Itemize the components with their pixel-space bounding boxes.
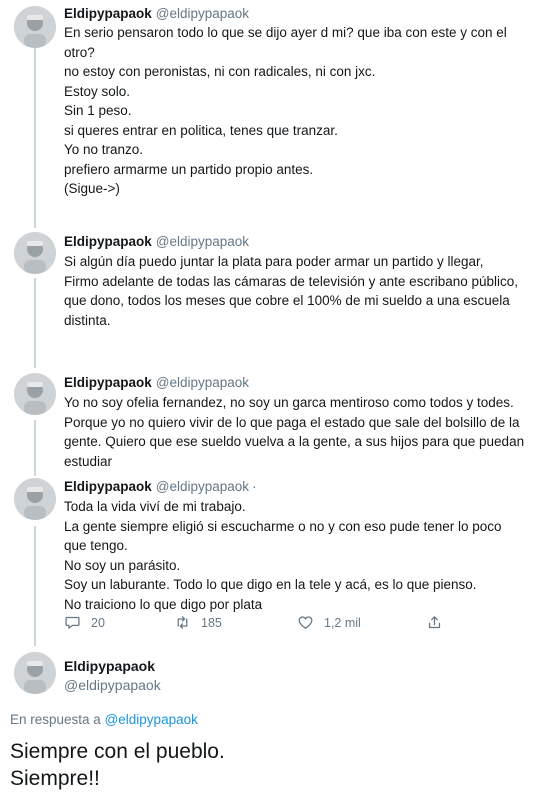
- tweet-line: Yo no tranzo.: [64, 142, 144, 157]
- tweet-line: otro?: [64, 44, 95, 60]
- tweet-line: no estoy con peronistas, ni con radicale…: [64, 64, 376, 79]
- user-handle[interactable]: @eldipypapaok: [156, 234, 249, 249]
- avatar[interactable]: [14, 652, 56, 694]
- tweet-line: (Sigue->): [64, 181, 120, 196]
- user-name[interactable]: Eldipypapaok: [64, 234, 152, 249]
- share-button[interactable]: [426, 614, 443, 631]
- tweet-line: Yo no soy ofelia fernandez, no soy un ga…: [64, 395, 514, 410]
- tweet-line: La gente siempre eligió si escucharme o …: [64, 518, 502, 534]
- avatar[interactable]: [14, 232, 56, 274]
- thread-connector-line: [34, 48, 36, 228]
- tweet-line: Si algún día puedo juntar la plata para …: [64, 254, 484, 269]
- tweet-line: distinta.: [64, 312, 111, 328]
- user-handle[interactable]: @eldipypapaok: [156, 375, 249, 390]
- tweet-line: Toda la vida viví de mi trabajo.: [64, 499, 246, 514]
- tweet-header: Eldipypapaok @eldipypapaok ·: [64, 479, 257, 495]
- tweet-line: En serio pensaron todo lo que se dijo ay…: [64, 25, 507, 40]
- tweet-text: Yo no soy ofelia fernandez, no soy un ga…: [64, 393, 526, 471]
- tweet-line: No soy un parásito.: [64, 557, 181, 573]
- user-name[interactable]: Eldipypapaok: [64, 375, 152, 390]
- reply-prefix: En respuesta a: [10, 712, 101, 727]
- tweet-action-bar: 20 185 1,2 mil: [64, 614, 464, 632]
- speech-bubble-icon: [65, 616, 80, 629]
- tweet-line: estudiar: [64, 453, 113, 469]
- tweet-header: Eldipypapaok @eldipypapaok: [64, 375, 249, 391]
- retweet-button[interactable]: 185: [174, 614, 222, 631]
- tweet-line: que tengo.: [64, 538, 128, 553]
- user-handle[interactable]: @eldipypapaok: [156, 479, 249, 494]
- tweet-line: Porque yo no quiero vivir de lo que paga…: [64, 414, 520, 430]
- tweet-text: Toda la vida viví de mi trabajo. La gent…: [64, 497, 526, 614]
- user-handle[interactable]: @eldipypapaok: [64, 677, 161, 693]
- tweet-line: No traiciono lo que digo por plata: [64, 596, 263, 612]
- tweet-line: Firmo adelante de todas las cámaras de t…: [64, 273, 519, 289]
- avatar[interactable]: [14, 478, 56, 520]
- tweet-line: Sin 1 peso.: [64, 103, 132, 118]
- reply-context: En respuesta a @eldipypapaok: [10, 712, 198, 727]
- user-name[interactable]: Eldipypapaok: [64, 658, 155, 674]
- thread-connector-line: [34, 526, 36, 646]
- like-count: 1,2 mil: [324, 615, 361, 630]
- tweet-line: Soy un laburante. Todo lo que digo en la…: [64, 577, 477, 592]
- user-handle[interactable]: @eldipypapaok: [156, 6, 249, 21]
- tweet-line: gente. Quiero que ese sueldo vuelva a la…: [64, 434, 525, 449]
- share-upload-icon: [428, 616, 441, 629]
- tweet-line: si queres entrar en politica, tenes que …: [64, 122, 338, 138]
- tweet-header: Eldipypapaok @eldipypapaok: [64, 234, 249, 250]
- reply-button[interactable]: 20: [64, 614, 105, 631]
- tweet-line: que dono, todos los meses que cobre el 1…: [64, 293, 510, 308]
- like-button[interactable]: 1,2 mil: [297, 614, 361, 631]
- user-name[interactable]: Eldipypapaok: [64, 6, 152, 21]
- tweet-line: Estoy solo.: [64, 83, 131, 99]
- retweet-arrows-icon: [177, 616, 188, 629]
- thread-connector-line: [34, 420, 36, 476]
- user-name[interactable]: Eldipypapaok: [64, 479, 152, 494]
- avatar[interactable]: [14, 6, 56, 48]
- tweet-text: En serio pensaron todo lo que se dijo ay…: [64, 23, 526, 199]
- heart-icon: [298, 616, 313, 629]
- tweet-header: Eldipypapaok @eldipypapaok: [64, 6, 249, 22]
- avatar[interactable]: [14, 373, 56, 415]
- tweet-line: prefiero armarme un partido propio antes…: [64, 161, 314, 177]
- main-tweet-text: Siempre con el pueblo. Siempre!!: [10, 738, 225, 792]
- reply-handle-link[interactable]: @eldipypapaok: [105, 712, 198, 727]
- tweet-text: Si algún día puedo juntar la plata para …: [64, 252, 526, 330]
- thread-connector-line: [34, 278, 36, 368]
- tweet-line: Siempre con el pueblo.: [10, 740, 225, 763]
- tweet-line: Siempre!!: [10, 767, 100, 790]
- retweet-count: 185: [201, 615, 222, 630]
- reply-count: 20: [91, 615, 105, 630]
- separator-dot: ·: [252, 479, 257, 494]
